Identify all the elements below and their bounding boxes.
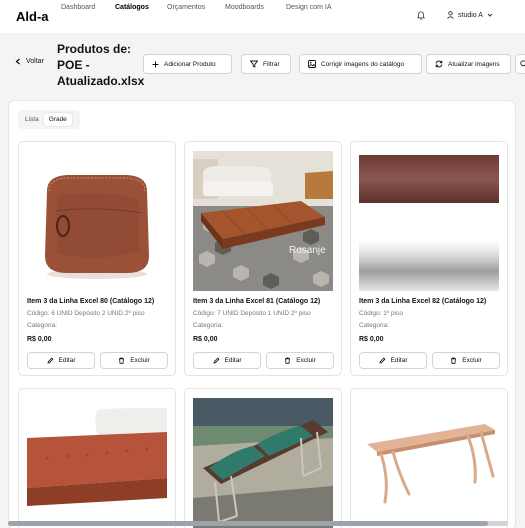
search-icon (520, 60, 525, 67)
refresh-images-button[interactable]: Atualizar imagens (426, 54, 511, 74)
orange-bench-image (27, 398, 167, 528)
product-code: Código: 1º piso (359, 310, 403, 317)
view-toggle: Lista Grade (18, 110, 80, 129)
trash-icon (451, 357, 457, 364)
grid-view-tab[interactable]: Grade (43, 113, 72, 126)
product-image[interactable] (359, 151, 499, 291)
product-image[interactable]: Rosanje (193, 151, 333, 291)
product-code: Código: 6 UNID Depósito 2 UNID 2º piso (27, 310, 145, 317)
product-image[interactable] (193, 398, 333, 528)
user-menu[interactable]: studio A (447, 11, 493, 19)
trash-icon (285, 357, 291, 364)
product-image[interactable] (359, 398, 499, 528)
products-panel: Lista Grade Item 3 da Linha Excel 80 (Ca… (8, 100, 516, 528)
filter-icon (250, 60, 258, 68)
product-code: Código: 7 UNID Depósito 1 UNID 2º piso (193, 310, 311, 317)
page-header: Voltar Produtos de: POE - Atualizado.xls… (0, 33, 525, 95)
delete-label: Excluir (462, 357, 482, 364)
filter-button[interactable]: Filtrar (241, 54, 291, 74)
product-title: Item 3 da Linha Excel 81 (Catálogo 12) (193, 298, 321, 305)
search-button[interactable] (515, 54, 525, 74)
edit-button[interactable]: Editar (359, 352, 427, 369)
product-title: Item 3 da Linha Excel 82 (Catálogo 12) (359, 298, 487, 305)
leather-bench-room-image: Rosanje (193, 151, 333, 291)
wooden-bench-image (359, 398, 499, 528)
chevron-left-icon (15, 58, 20, 65)
nav-design-ia[interactable]: Design com IA (286, 4, 332, 11)
leather-pouf-image (27, 151, 167, 291)
product-card[interactable]: Item 3 da Linha Excel 80 (Catálogo 12) C… (18, 141, 176, 376)
back-label: Voltar (26, 58, 44, 65)
product-card[interactable] (18, 388, 176, 528)
edit-button[interactable]: Editar (193, 352, 261, 369)
page-title: Produtos de: POE - Atualizado.xlsx (57, 42, 145, 88)
nav-catalogos[interactable]: Catálogos (115, 4, 149, 11)
bell-icon[interactable] (417, 11, 425, 20)
product-card[interactable]: Rosanje Item 3 da Linha Excel 81 (Catálo… (184, 141, 342, 376)
image-icon (308, 60, 316, 68)
product-price: R$ 0,00 (359, 336, 384, 343)
product-category: Categoria: (27, 322, 57, 329)
horizontal-scrollbar[interactable] (8, 521, 508, 526)
edit-label: Editar (390, 357, 408, 364)
product-image[interactable] (27, 398, 167, 528)
back-button[interactable]: Voltar (15, 58, 44, 65)
scrollbar-thumb[interactable] (8, 521, 488, 526)
fix-images-button[interactable]: Corrigir imagens do catálogo (299, 54, 422, 74)
product-category: Categoria: (359, 322, 389, 329)
refresh-icon (435, 60, 443, 68)
pencil-icon (378, 357, 385, 364)
pencil-icon (46, 357, 53, 364)
edit-button[interactable]: Editar (27, 352, 95, 369)
trash-icon (119, 357, 125, 364)
watermark-text: Rosanje (289, 245, 326, 256)
nav-orcamentos[interactable]: Orçamentos (167, 4, 205, 11)
delete-label: Excluir (130, 357, 150, 364)
user-name: studio A (458, 11, 483, 19)
delete-button[interactable]: Excluir (432, 352, 500, 369)
product-category: Categoria: (193, 322, 223, 329)
nav-moodboards[interactable]: Moodboards (225, 4, 264, 11)
add-product-button[interactable]: Adicionar Produto (143, 54, 232, 74)
product-title: Item 3 da Linha Excel 80 (Catálogo 12) (27, 298, 155, 305)
product-card[interactable] (350, 388, 508, 528)
user-icon (447, 11, 454, 19)
green-cushion-bench-image (193, 398, 333, 528)
pencil-icon (212, 357, 219, 364)
product-price: R$ 0,00 (193, 336, 218, 343)
delete-button[interactable]: Excluir (100, 352, 168, 369)
chevron-down-icon (487, 13, 493, 17)
edit-label: Editar (58, 357, 76, 364)
delete-label: Excluir (296, 357, 316, 364)
delete-button[interactable]: Excluir (266, 352, 334, 369)
list-view-tab[interactable]: Lista (20, 113, 44, 126)
top-navigation: Ald-a Dashboard Catálogos Orçamentos Moo… (0, 0, 525, 33)
add-product-label: Adicionar Produto (164, 60, 216, 68)
fix-images-label: Corrigir imagens do catálogo (321, 60, 405, 68)
filter-label: Filtrar (263, 60, 280, 68)
nav-dashboard[interactable]: Dashboard (61, 4, 95, 11)
product-card[interactable] (184, 388, 342, 528)
color-swatches-image (359, 151, 499, 291)
refresh-images-label: Atualizar imagens (448, 60, 500, 68)
product-card[interactable]: Item 3 da Linha Excel 82 (Catálogo 12) C… (350, 141, 508, 376)
product-image[interactable] (27, 151, 167, 291)
edit-label: Editar (224, 357, 242, 364)
app-logo[interactable]: Ald-a (16, 9, 49, 24)
product-price: R$ 0,00 (27, 336, 52, 343)
plus-icon (152, 61, 159, 67)
